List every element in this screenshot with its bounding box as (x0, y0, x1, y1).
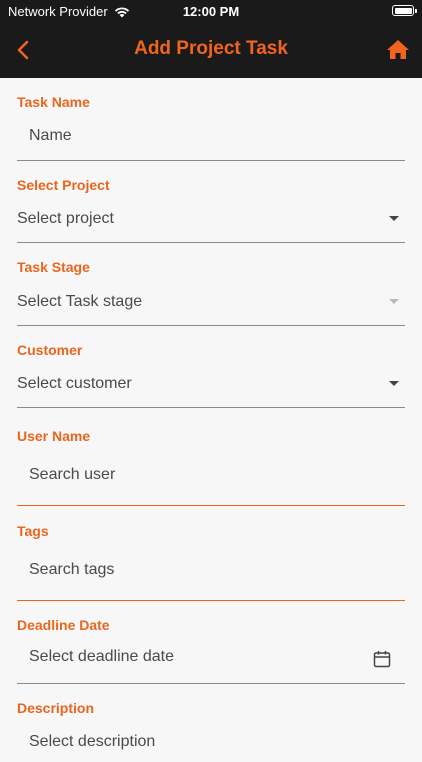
calendar-icon[interactable] (373, 650, 391, 668)
deadline-label: Deadline Date (17, 617, 110, 633)
deadline-date-field[interactable]: Select deadline date (17, 638, 405, 684)
task-stage-label: Task Stage (17, 259, 90, 275)
customer-dropdown[interactable]: Select customer (17, 365, 405, 408)
tags-label: Tags (17, 523, 49, 539)
chevron-down-icon (389, 216, 399, 221)
nav-bar: Add Project Task (0, 22, 422, 78)
project-value: Select project (17, 210, 114, 227)
user-name-label: User Name (17, 428, 91, 444)
customer-label: Customer (17, 342, 83, 358)
task-name-label: Task Name (17, 94, 90, 110)
task-name-placeholder: Name (29, 127, 72, 144)
home-icon[interactable] (384, 36, 412, 64)
task-stage-dropdown[interactable]: Select Task stage (17, 283, 405, 326)
status-bar: Network Provider 12:00 PM (0, 0, 422, 22)
status-time: 12:00 PM (182, 4, 240, 19)
project-dropdown[interactable]: Select project (17, 200, 405, 243)
user-search-input[interactable]: Search user (17, 450, 405, 506)
task-name-field[interactable]: Name (17, 116, 405, 161)
project-label: Select Project (17, 177, 110, 193)
battery-icon (392, 5, 417, 16)
page-title: Add Project Task (134, 38, 288, 59)
tags-search-placeholder: Search tags (29, 561, 115, 578)
chevron-down-icon (389, 299, 399, 304)
chevron-down-icon (389, 381, 399, 386)
description-placeholder: Select description (29, 733, 156, 750)
tags-search-input[interactable]: Search tags (17, 545, 405, 601)
description-field[interactable]: Select description (17, 722, 405, 762)
customer-value: Select customer (17, 375, 132, 392)
task-stage-value: Select Task stage (17, 293, 143, 310)
user-search-placeholder: Search user (29, 466, 116, 483)
description-label: Description (17, 700, 95, 716)
deadline-placeholder: Select deadline date (29, 648, 174, 665)
